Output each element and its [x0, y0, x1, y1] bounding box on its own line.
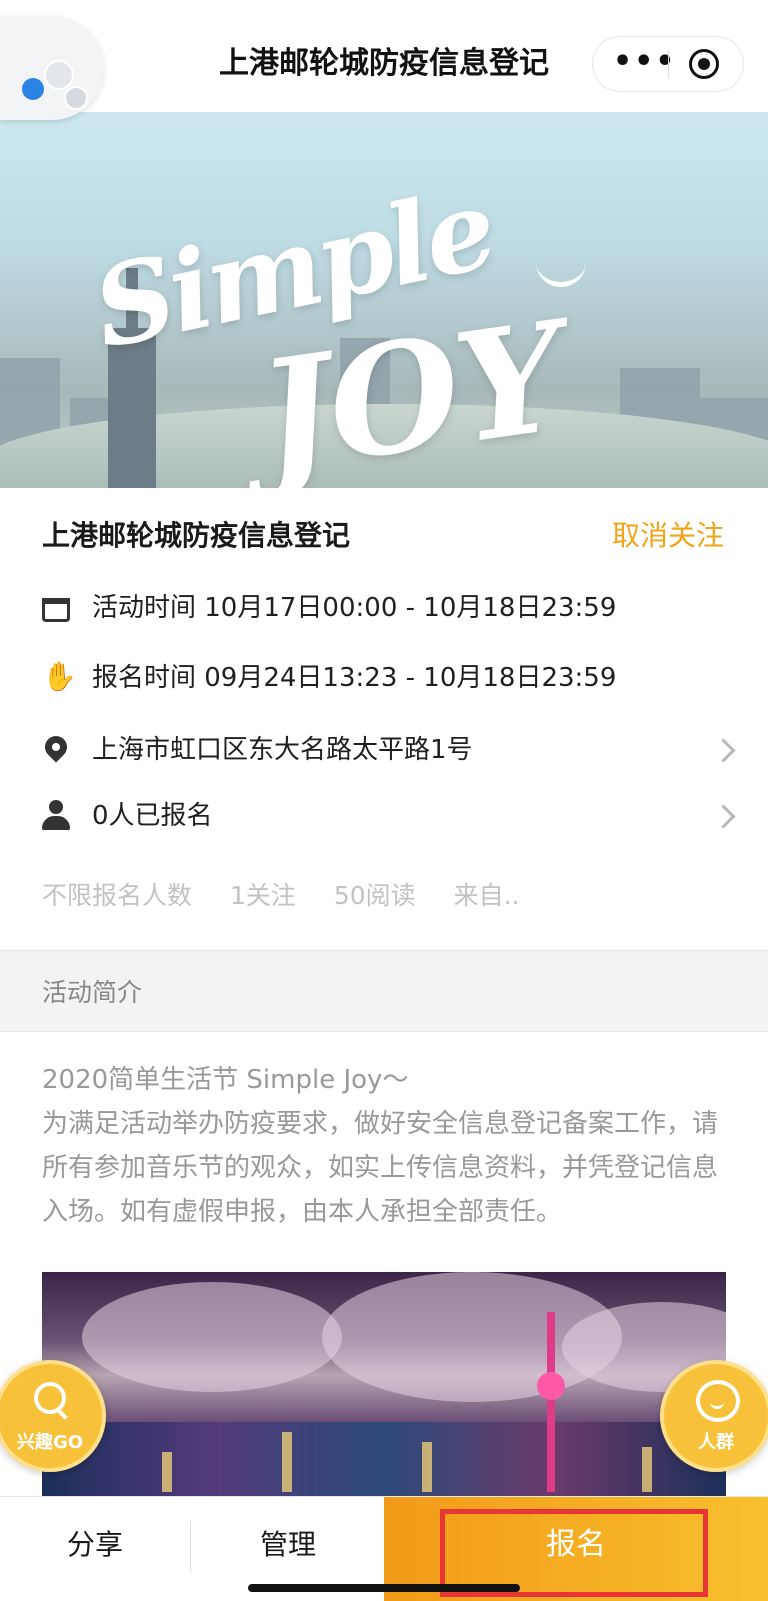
- tv-tower-silhouette: [537, 1312, 565, 1492]
- intro-section-label: 活动简介: [42, 978, 143, 1007]
- address-text: 上海市虹口区东大名路太平路1号: [92, 735, 473, 765]
- stat-reads: 50阅读: [333, 881, 416, 910]
- event-stats: 不限报名人数 1关注 50阅读 来自..: [42, 876, 550, 912]
- calendar-icon: [42, 598, 70, 622]
- top-nav-bar: 上港邮轮城防疫信息登记 •••: [0, 0, 768, 120]
- intro-description: 2020简单生活节 Simple Joy～ 为满足活动举办防疫要求，做好安全信息…: [42, 1058, 732, 1234]
- night-skyline-photo: [42, 1272, 726, 1502]
- capsule-menu: •••: [592, 36, 744, 92]
- interest-go-label: 兴趣GO: [16, 1432, 84, 1453]
- signed-up-count: 0人已报名: [92, 801, 213, 831]
- signup-time-text: 报名时间 09月24日13:23 - 10月18日23:59: [92, 663, 617, 693]
- close-miniprogram-icon[interactable]: [689, 49, 719, 79]
- search-icon: [34, 1382, 66, 1414]
- intro-line1: 2020简单生活节 Simple Joy～: [42, 1065, 409, 1095]
- home-indicator: [248, 1584, 520, 1592]
- page-title: 上港邮轮城防疫信息登记: [219, 46, 549, 81]
- unfollow-button[interactable]: 取消关注: [612, 514, 724, 554]
- stat-source: 来自..: [453, 881, 520, 910]
- location-pin-icon: [40, 731, 72, 763]
- activity-time-row: 活动时间 10月17日00:00 - 10月18日23:59: [42, 588, 732, 628]
- signup-time-row: ✋ 报名时间 09月24日13:23 - 10月18日23:59: [42, 658, 732, 698]
- address-row[interactable]: 上海市虹口区东大名路太平路1号: [40, 730, 736, 770]
- stat-limit: 不限报名人数: [42, 881, 193, 910]
- more-dots-icon[interactable]: •••: [613, 37, 675, 91]
- activity-time-text: 活动时间 10月17日00:00 - 10月18日23:59: [92, 593, 617, 623]
- crowd-button[interactable]: 人群: [660, 1360, 768, 1472]
- stat-follows: 1关注: [229, 881, 296, 910]
- event-banner-image: Simple JOY: [0, 104, 768, 488]
- capsule-divider: [668, 50, 669, 78]
- miniprogram-logo-icon[interactable]: [0, 16, 104, 120]
- crowd-label: 人群: [698, 1432, 734, 1453]
- event-title: 上港邮轮城防疫信息登记: [42, 519, 351, 552]
- bottom-divider: [190, 1521, 191, 1571]
- hand-raise-icon: ✋: [42, 660, 77, 693]
- intro-section-header: 活动简介: [0, 950, 768, 1032]
- chevron-right-icon: [711, 738, 736, 763]
- signed-up-row[interactable]: 0人已报名: [42, 796, 736, 836]
- smile-doodle-icon: [536, 252, 586, 287]
- intro-body: 为满足活动举办防疫要求，做好安全信息登记备案工作，请所有参加音乐节的观众，如实上…: [42, 1109, 719, 1227]
- face-icon: [696, 1380, 740, 1422]
- share-button[interactable]: 分享: [0, 1497, 190, 1601]
- chevron-right-icon: [711, 804, 736, 829]
- person-icon: [42, 800, 70, 830]
